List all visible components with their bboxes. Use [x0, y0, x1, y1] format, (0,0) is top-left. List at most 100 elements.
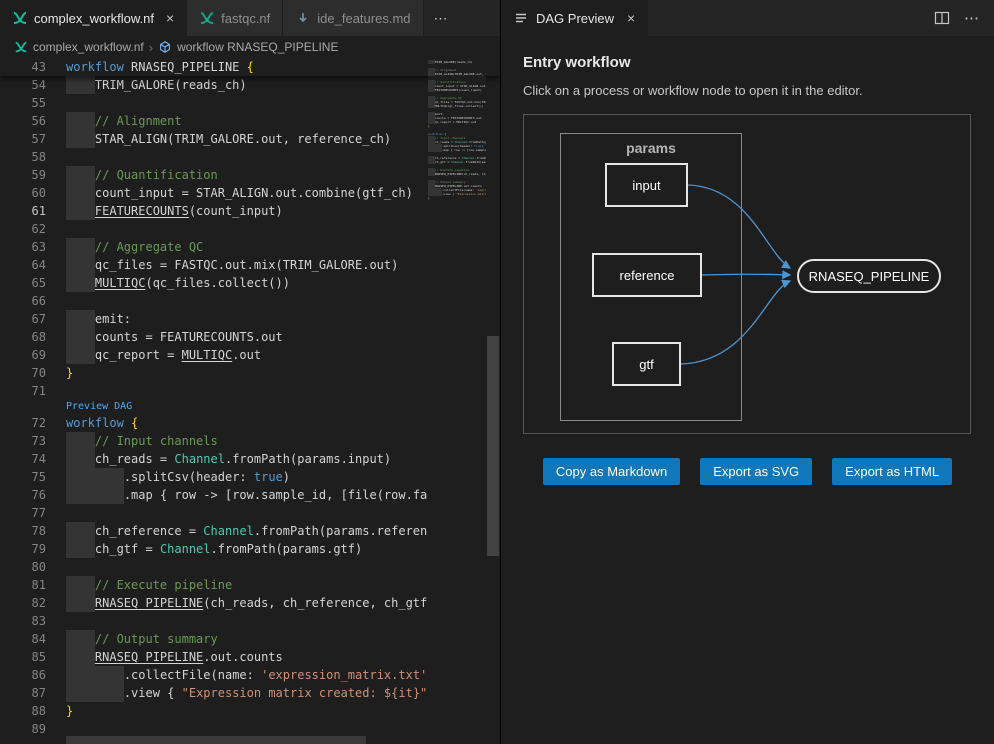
minimap-line: FEATURECOUNTS(count_input) [428, 88, 486, 92]
code-line: 67emit: [0, 310, 500, 328]
indent-highlight [66, 238, 95, 256]
breadcrumb: complex_workflow.nf › workflow RNASEQ_PI… [0, 36, 500, 58]
dag-node-input[interactable]: input [605, 163, 688, 207]
line-number: 82 [0, 594, 66, 612]
code-line: 75.splitCsv(header: true) [0, 468, 500, 486]
line-number: 61 [0, 202, 66, 220]
indent-highlight [66, 274, 95, 292]
breadcrumb-symbol[interactable]: workflow RNASEQ_PIPELINE [177, 40, 338, 54]
tab-fastqc[interactable]: fastqc.nf [187, 0, 283, 36]
code-token: .fromPath(params.gtf) [211, 542, 363, 556]
code-token: (count_input) [458, 88, 481, 92]
tabs-overflow-button[interactable]: ⋯ [424, 0, 458, 36]
split-editor-icon[interactable] [934, 10, 950, 26]
code-editor[interactable]: 43workflow RNASEQ_PIPELINE { 54TRIM_GALO… [0, 58, 500, 744]
line-number: 68 [0, 328, 66, 346]
dag-node-reference[interactable]: reference [592, 253, 702, 297]
copy-as-markdown-button[interactable]: Copy as Markdown [543, 458, 680, 485]
code-token: } [428, 124, 430, 128]
code-token: { [247, 60, 254, 74]
horizontal-scrollbar[interactable] [0, 736, 486, 744]
code-token: "Expression matrix created: ${it}" [182, 686, 428, 700]
indent-highlight [66, 346, 95, 364]
panel-close-icon[interactable]: × [627, 10, 635, 26]
code-token: // Aggregate QC [95, 240, 203, 254]
code-token: // Execute pipeline [95, 578, 232, 592]
code-text: MULTIQC(qc_files.collect()) [428, 104, 484, 108]
code-token: (ch_reads, ch_reference, ch_gtf [462, 172, 486, 176]
line-number: 60 [0, 184, 66, 202]
vertical-scrollbar[interactable] [486, 58, 500, 744]
code-line: 54TRIM_GALORE(reads_ch) [0, 76, 500, 94]
line-number: 87 [0, 684, 66, 702]
code-lines[interactable]: 54TRIM_GALORE(reads_ch)5556// Alignment5… [0, 76, 500, 738]
code-text: } [66, 364, 73, 382]
code-token [124, 416, 131, 430]
export-as-svg-button[interactable]: Export as SVG [700, 458, 812, 485]
code-token: emit: [95, 312, 131, 326]
code-token: MULTIQC [435, 104, 448, 108]
code-line: 65MULTIQC(qc_files.collect()) [0, 274, 500, 292]
code-text: workflow { [66, 414, 138, 432]
line-number: 65 [0, 274, 66, 292]
dag-node-gtf[interactable]: gtf [612, 342, 681, 386]
code-token: .view { [124, 686, 182, 700]
code-text: qc_files = FASTQC.out.mix(TRIM_GALORE.ou… [66, 256, 398, 274]
indent-highlight [66, 432, 95, 450]
code-text: qc_report = MULTIQC.out [428, 120, 476, 124]
indent-highlight [66, 130, 95, 148]
code-token: .out [232, 348, 261, 362]
code-text: counts = FEATURECOUNTS.out [66, 328, 283, 346]
tab-complex-workflow[interactable]: complex_workflow.nf × [0, 0, 187, 36]
code-text: emit: [66, 310, 131, 328]
dag-node-rnaseq-pipeline[interactable]: RNASEQ_PIPELINE [797, 259, 941, 293]
code-text: FEATURECOUNTS(count_input) [66, 202, 283, 220]
line-number: 85 [0, 648, 66, 666]
indent-highlight [428, 72, 435, 76]
tab-dag-preview[interactable]: DAG Preview × [501, 0, 648, 36]
code-text: // Execute pipeline [66, 576, 232, 594]
panel-title: Entry workflow [523, 54, 972, 71]
indent-highlight [66, 310, 95, 328]
dag-canvas: params input reference gtf RNASEQ_PIPELI… [523, 114, 971, 434]
more-actions-icon[interactable]: ⋯ [964, 9, 980, 27]
code-text: // Alignment [66, 112, 182, 130]
line-number: 86 [0, 666, 66, 684]
line-number: 75 [0, 468, 66, 486]
tab-ide-features[interactable]: ide_features.md [283, 0, 423, 36]
line-number: 84 [0, 630, 66, 648]
line-number: 66 [0, 292, 66, 310]
indent-highlight [66, 76, 95, 94]
code-text: ch_reference = Channel.fromPath(params.r… [66, 522, 427, 540]
indent-highlight [66, 648, 95, 666]
workflow-symbol-icon [158, 40, 172, 54]
sticky-scroll[interactable]: 43workflow RNASEQ_PIPELINE { [0, 58, 500, 76]
code-token: MULTIQC [182, 348, 233, 362]
markdown-file-icon [295, 10, 311, 26]
breadcrumb-separator: › [149, 40, 153, 55]
indent-highlight [66, 468, 124, 486]
code-line: 61FEATURECOUNTS(count_input) [0, 202, 500, 220]
line-number: 81 [0, 576, 66, 594]
minimap[interactable]: TRIM_GALORE(reads_ch)// AlignmentSTAR_AL… [428, 58, 486, 478]
code-token: RNASEQ_PIPELINE [95, 650, 203, 664]
line-number: 62 [0, 220, 66, 238]
tab-close-icon[interactable]: × [166, 10, 174, 26]
code-line: 70} [0, 364, 500, 382]
code-text: .splitCsv(header: true) [66, 468, 290, 486]
export-as-html-button[interactable]: Export as HTML [832, 458, 952, 485]
code-text: count_input = STAR_ALIGN.out.combine(gtf… [66, 184, 413, 202]
code-text: ch_gtf = Channel.fromPath(params.gtf) [428, 160, 486, 164]
panel-tab-label: DAG Preview [536, 11, 614, 26]
line-number: 77 [0, 504, 66, 522]
code-token: .splitCsv(header: [124, 470, 254, 484]
breadcrumb-file[interactable]: complex_workflow.nf [33, 40, 144, 54]
horizontal-scrollbar-thumb[interactable] [66, 736, 366, 744]
code-text: ch_reads = Channel.fromPath(params.input… [66, 450, 391, 468]
code-line: 78ch_reference = Channel.fromPath(params… [0, 522, 500, 540]
dag-preview-panel: DAG Preview × ⋯ Entry workflow Click on … [500, 0, 994, 744]
tab-label: fastqc.nf [221, 11, 270, 26]
nextflow-file-icon [199, 10, 215, 26]
vertical-scrollbar-thumb[interactable] [487, 336, 499, 556]
codelens-preview-dag[interactable]: Preview DAG [0, 400, 500, 414]
